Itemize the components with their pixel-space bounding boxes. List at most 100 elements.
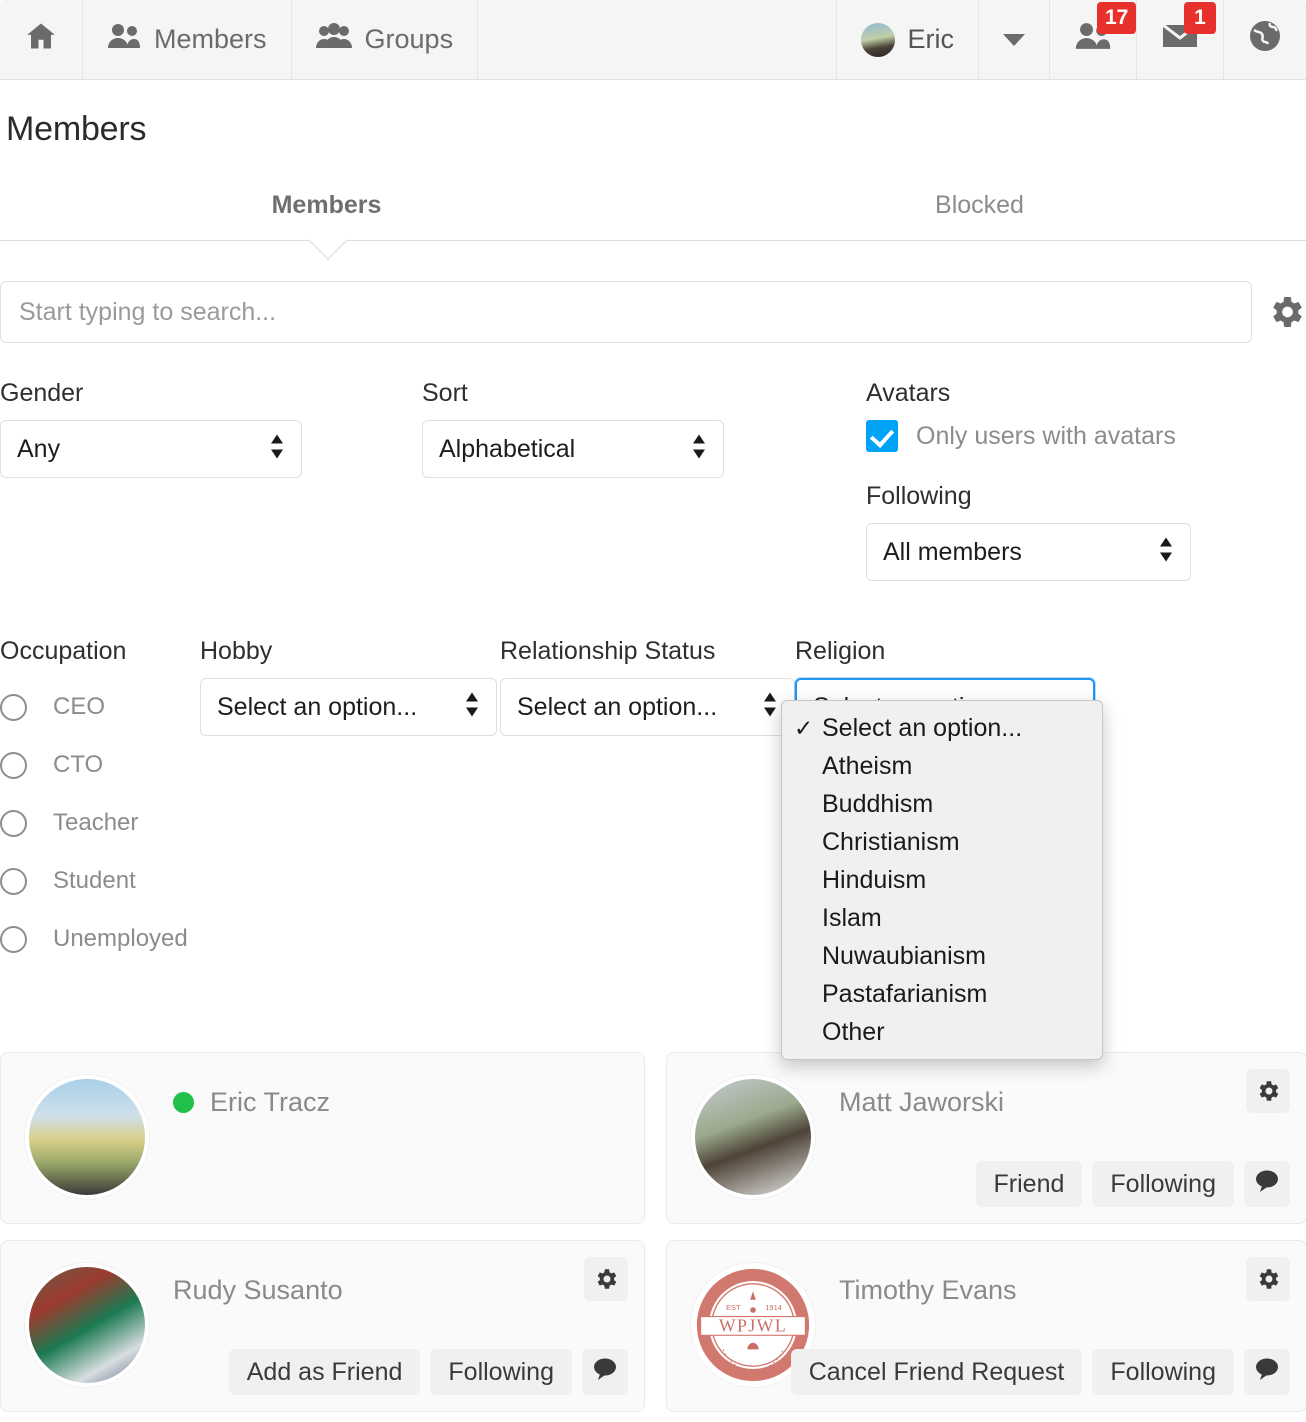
members-icon [107, 23, 141, 56]
member-message-button[interactable] [1244, 1161, 1290, 1207]
member-avatar[interactable] [25, 1075, 149, 1199]
member-card[interactable]: WPJWL EST 1914 Timothy Evans Cancel Frie… [666, 1240, 1306, 1412]
radio-icon[interactable] [0, 809, 27, 837]
toolbar-user-dropdown-button[interactable] [978, 0, 1049, 79]
occupation-option-cto[interactable]: CTO [0, 736, 200, 794]
radio-icon[interactable] [0, 867, 27, 895]
filter-religion-label: Religion [795, 637, 886, 665]
toolbar-right-group: Eric 17 1 [835, 0, 1306, 79]
member-card[interactable]: Eric Tracz [0, 1052, 645, 1224]
religion-dropdown-option-label: Atheism [822, 751, 913, 780]
filter-avatars: Avatars Only users with avatars Followin… [844, 379, 1306, 581]
checkmark-icon: ✓ [794, 714, 814, 741]
member-following-button[interactable]: Following [1092, 1161, 1234, 1207]
hobby-select[interactable]: Select an option... [200, 678, 497, 736]
following-select[interactable]: All members [866, 523, 1191, 581]
religion-dropdown-option-buddhism[interactable]: Buddhism [782, 785, 1102, 823]
relationship-status-select-wrap: Select an option... [500, 678, 795, 736]
member-name[interactable]: Rudy Susanto [173, 1275, 343, 1306]
member-name-row: Eric Tracz [173, 1087, 330, 1118]
tab-blocked[interactable]: Blocked [653, 191, 1306, 240]
toolbar-friend-requests-button[interactable]: 17 [1049, 0, 1137, 79]
religion-dropdown-option-hinduism[interactable]: Hinduism [782, 861, 1102, 899]
occupation-option-label: CTO [53, 751, 104, 778]
occupation-option-student[interactable]: Student [0, 852, 200, 910]
member-actions: Friend Following [975, 1161, 1290, 1207]
religion-dropdown-option-label: Pastafarianism [822, 979, 988, 1008]
religion-dropdown-option-label: Hinduism [822, 865, 927, 894]
member-card[interactable]: Rudy Susanto Add as Friend Following [0, 1240, 645, 1412]
filter-avatars-label: Avatars [866, 379, 951, 407]
filters-row-primary: Gender Any Sort Alphabetical Avatars Onl… [0, 379, 1306, 581]
members-list: Eric Tracz Matt Jaworski Friend Followin… [0, 1052, 1306, 1412]
member-name-row: Rudy Susanto [173, 1275, 343, 1306]
toolbar-notifications-button[interactable] [1223, 0, 1306, 79]
filter-gender-label: Gender [0, 379, 84, 407]
religion-dropdown-option-islam[interactable]: Islam [782, 899, 1102, 937]
member-add-as-friend-button[interactable]: Add as Friend [228, 1349, 421, 1395]
toolbar-item-groups[interactable]: Groups [292, 0, 479, 79]
toolbar-item-members[interactable]: Members [83, 0, 292, 79]
following-select-wrap: All members [866, 523, 1191, 581]
messages-badge: 1 [1184, 2, 1216, 34]
occupation-option-teacher[interactable]: Teacher [0, 794, 200, 852]
filters-row-secondary: Occupation CEO CTO Teacher Student Unemp… [0, 637, 1306, 968]
member-friend-button[interactable]: Friend [975, 1161, 1083, 1207]
member-cancel-friend-request-button[interactable]: Cancel Friend Request [790, 1349, 1083, 1395]
gender-select-wrap: Any [0, 420, 302, 478]
religion-dropdown-option-nuwaubianism[interactable]: Nuwaubianism [782, 937, 1102, 975]
member-avatar[interactable] [25, 1263, 149, 1387]
search-settings-gear-icon[interactable] [1266, 292, 1306, 332]
member-name[interactable]: Matt Jaworski [839, 1087, 1004, 1118]
sort-select[interactable]: Alphabetical [422, 420, 724, 478]
member-settings-gear-icon[interactable] [584, 1257, 628, 1301]
toolbar-home-button[interactable] [0, 0, 83, 79]
occupation-option-unemployed[interactable]: Unemployed [0, 910, 200, 968]
chevron-down-icon [1003, 33, 1025, 46]
toolbar-item-groups-label: Groups [364, 24, 454, 54]
religion-dropdown-option-label: Other [822, 1017, 885, 1046]
member-following-button[interactable]: Following [430, 1349, 572, 1395]
relationship-status-select[interactable]: Select an option... [500, 678, 795, 736]
religion-dropdown-option-christianism[interactable]: Christianism [782, 823, 1102, 861]
admin-toolbar: Members Groups Eric 17 1 [0, 0, 1306, 80]
sort-select-wrap: Alphabetical [422, 420, 724, 478]
filter-gender: Gender Any [0, 379, 422, 478]
member-name[interactable]: Timothy Evans [839, 1275, 1017, 1306]
radio-icon[interactable] [0, 693, 27, 721]
member-message-button[interactable] [1244, 1349, 1290, 1395]
radio-icon[interactable] [0, 751, 27, 779]
gender-select[interactable]: Any [0, 420, 302, 478]
toolbar-user-menu[interactable]: Eric [835, 0, 979, 79]
religion-dropdown-menu[interactable]: ✓ Select an option... Atheism Buddhism C… [781, 700, 1103, 1060]
member-avatar[interactable] [691, 1075, 815, 1199]
religion-dropdown-option-pastafarianism[interactable]: Pastafarianism [782, 975, 1102, 1013]
member-settings-gear-icon[interactable] [1246, 1257, 1290, 1301]
religion-dropdown-option-select-an-option[interactable]: ✓ Select an option... [782, 709, 1102, 747]
avatars-checkbox-row[interactable]: Only users with avatars [866, 420, 1306, 452]
member-card[interactable]: Matt Jaworski Friend Following [666, 1052, 1306, 1224]
svg-text:WPJWL: WPJWL [719, 1316, 787, 1336]
occupation-option-ceo[interactable]: CEO [0, 678, 200, 736]
religion-dropdown-option-label: Buddhism [822, 789, 934, 818]
filter-hobby: Hobby Select an option... [200, 637, 500, 736]
tab-bar: Members Blocked [0, 191, 1306, 260]
member-following-button[interactable]: Following [1092, 1349, 1234, 1395]
member-name[interactable]: Eric Tracz [210, 1087, 330, 1118]
member-message-button[interactable] [582, 1349, 628, 1395]
religion-dropdown-option-atheism[interactable]: Atheism [782, 747, 1102, 785]
religion-dropdown-option-label: Nuwaubianism [822, 941, 986, 970]
search-input[interactable] [0, 281, 1252, 343]
filter-sort-label: Sort [422, 379, 468, 407]
toolbar-messages-button[interactable]: 1 [1136, 0, 1223, 79]
member-actions: Cancel Friend Request Following [790, 1349, 1290, 1395]
occupation-option-label: Student [53, 867, 136, 894]
radio-icon[interactable] [0, 925, 27, 953]
filter-following-label: Following [866, 482, 972, 510]
religion-dropdown-option-other[interactable]: Other [782, 1013, 1102, 1051]
member-name-row: Matt Jaworski [839, 1087, 1004, 1118]
member-settings-gear-icon[interactable] [1246, 1069, 1290, 1113]
occupation-option-label: Unemployed [53, 925, 188, 952]
only-users-with-avatars-checkbox[interactable] [866, 420, 898, 452]
toolbar-user-name: Eric [907, 24, 955, 54]
